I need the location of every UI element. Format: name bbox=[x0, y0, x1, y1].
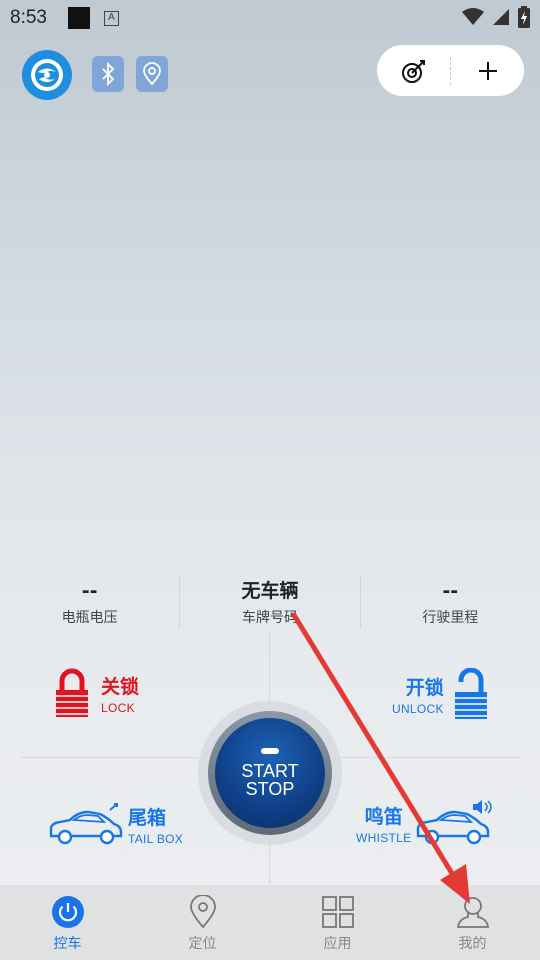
app-logo-icon bbox=[31, 59, 63, 91]
nav-label: 定位 bbox=[188, 936, 217, 952]
battery-voltage-label: 电瓶电压 bbox=[61, 610, 118, 626]
plate-value: 无车辆 bbox=[241, 580, 299, 602]
unlock-label-en: UNLOCK bbox=[392, 701, 444, 716]
start-stop-bezel: START STOP bbox=[208, 711, 332, 835]
status-icons bbox=[462, 6, 530, 28]
lock-label: 关锁 bbox=[101, 675, 140, 698]
grid-divider bbox=[340, 757, 522, 758]
car-horn-icon bbox=[417, 800, 493, 845]
start-stop-button[interactable]: START STOP bbox=[215, 718, 325, 828]
whistle-label-en: WHISTLE bbox=[356, 830, 412, 845]
user-icon bbox=[456, 895, 490, 929]
tail-box-label: 尾箱 bbox=[128, 806, 167, 829]
nav-label: 应用 bbox=[323, 936, 352, 952]
status-bar: 8:53 A bbox=[0, 0, 540, 36]
nav-control-car[interactable]: 控车 bbox=[0, 885, 135, 960]
target-button[interactable] bbox=[377, 45, 450, 96]
location-pin-icon bbox=[143, 62, 161, 86]
mileage-value: -- bbox=[442, 580, 459, 602]
grid-divider bbox=[269, 842, 270, 884]
mileage-cell: -- 行驶里程 bbox=[359, 575, 540, 629]
grid-divider bbox=[20, 757, 200, 758]
location-button[interactable] bbox=[136, 56, 168, 92]
nav-label: 我的 bbox=[458, 936, 487, 952]
notification-icon bbox=[68, 7, 90, 29]
tail-box-button[interactable]: 尾箱 TAIL BOX bbox=[48, 802, 183, 846]
unlock-button[interactable]: 开锁 UNLOCK bbox=[392, 668, 488, 720]
start-stop-ring: START STOP bbox=[198, 701, 342, 845]
stop-label: STOP bbox=[245, 779, 295, 799]
whistle-label: 鸣笛 bbox=[364, 805, 403, 828]
lock-open-icon bbox=[454, 668, 487, 719]
status-time: 8:53 bbox=[10, 7, 47, 28]
lock-closed-icon bbox=[56, 668, 88, 717]
plus-icon bbox=[478, 61, 497, 80]
bluetooth-button[interactable] bbox=[92, 56, 124, 92]
nav-apps[interactable]: 应用 bbox=[270, 885, 405, 960]
whistle-button[interactable]: 鸣笛 WHISTLE bbox=[356, 800, 495, 846]
battery-icon bbox=[518, 6, 530, 28]
battery-voltage-cell: -- 电瓶电压 bbox=[0, 575, 179, 629]
grid-icon bbox=[321, 895, 355, 929]
power-icon bbox=[51, 895, 85, 929]
battery-voltage-value: -- bbox=[81, 580, 98, 602]
grid-divider bbox=[269, 632, 270, 702]
mileage-label: 行驶里程 bbox=[422, 610, 479, 626]
nav-location[interactable]: 定位 bbox=[135, 885, 270, 960]
lock-label-en: LOCK bbox=[101, 700, 135, 715]
app-logo[interactable] bbox=[22, 50, 72, 100]
nav-label: 控车 bbox=[53, 936, 82, 952]
start-label: START bbox=[241, 761, 299, 781]
location-pin-icon bbox=[186, 895, 220, 929]
signal-icon bbox=[493, 9, 509, 25]
tail-box-label-en: TAIL BOX bbox=[128, 831, 184, 846]
keyboard-indicator-icon: A bbox=[104, 11, 119, 26]
car-trunk-icon bbox=[49, 803, 123, 845]
start-indicator-icon bbox=[261, 748, 279, 754]
add-button[interactable] bbox=[451, 45, 524, 96]
top-action-pill bbox=[377, 45, 524, 96]
bluetooth-icon bbox=[102, 62, 115, 86]
lock-button[interactable]: 关锁 LOCK bbox=[55, 668, 139, 718]
unlock-label: 开锁 bbox=[405, 676, 444, 699]
target-icon bbox=[401, 59, 425, 83]
nav-mine[interactable]: 我的 bbox=[405, 885, 540, 960]
wifi-icon bbox=[462, 8, 484, 25]
bottom-nav: 控车 定位 应用 我的 bbox=[0, 885, 540, 960]
plate-cell: 无车辆 车牌号码 bbox=[179, 575, 359, 629]
plate-label: 车牌号码 bbox=[241, 610, 298, 626]
vehicle-info-row: -- 电瓶电压 无车辆 车牌号码 -- 行驶里程 bbox=[0, 575, 540, 629]
